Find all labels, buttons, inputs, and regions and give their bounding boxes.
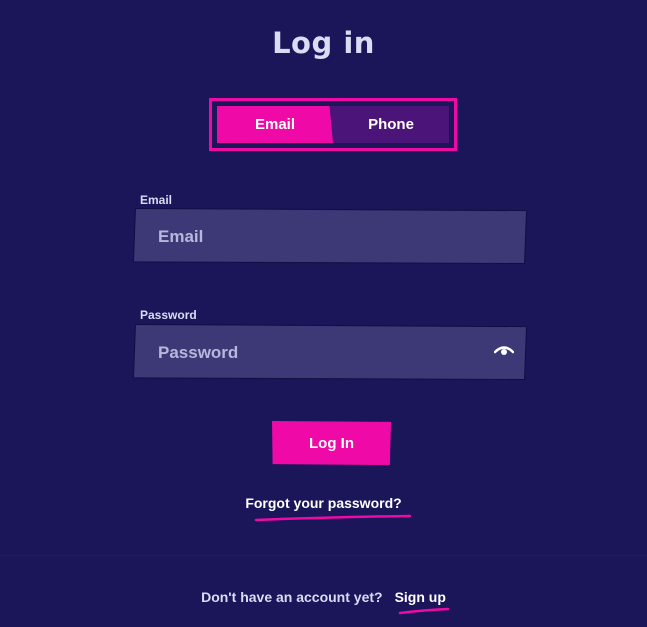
eye-icon[interactable] [494,344,514,358]
login-button[interactable]: Log In [272,421,391,465]
signup-link[interactable]: Sign up [395,589,446,605]
email-field-label: Email [140,193,173,207]
toggle-track: Email Phone [217,106,449,143]
signup-prompt: Don't have an account yet? Sign up [0,589,647,605]
tab-email[interactable]: Email [217,106,333,143]
email-input[interactable] [156,209,490,263]
tab-phone[interactable]: Phone [333,106,449,143]
page-title: Log in [272,26,375,60]
login-page: Log in Email Phone Email Password Log In… [0,0,647,627]
login-method-toggle: Email Phone [209,98,457,151]
email-field [134,209,526,263]
signup-prompt-text: Don't have an account yet? [201,589,383,605]
password-field [134,325,526,379]
password-field-label: Password [140,308,197,322]
forgot-password-link[interactable]: Forgot your password? [0,495,647,511]
forgot-password-underline [254,514,412,522]
signup-underline [398,607,450,615]
footer-divider [0,555,647,556]
password-input[interactable] [156,325,490,379]
